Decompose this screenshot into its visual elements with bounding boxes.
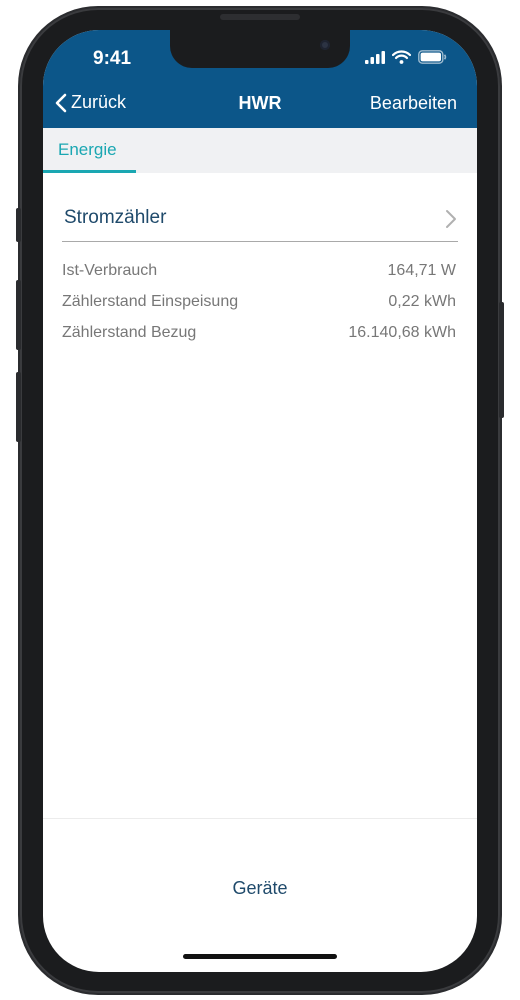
- chevron-right-icon: [446, 210, 456, 228]
- front-camera: [320, 40, 330, 50]
- cellular-signal-icon: [365, 50, 385, 64]
- status-time: 9:41: [93, 48, 132, 69]
- value-row-zaehlerstand-bezug: Zählerstand Bezug 16.140,68 kWh: [62, 320, 456, 351]
- value-row-value: 164,71 W: [387, 262, 456, 279]
- notch: [170, 30, 350, 68]
- device-name: Stromzähler: [64, 207, 167, 228]
- device-header-stromzaehler[interactable]: Stromzähler: [62, 201, 458, 242]
- phone-screen: 9:41 Zurück HWR Bearbeiten Energie Strom…: [43, 30, 477, 972]
- value-row-label: Ist-Verbrauch: [62, 262, 158, 279]
- phone-side-button-volume-up: [16, 280, 21, 350]
- wifi-icon: [392, 50, 411, 64]
- value-row-label: Zählerstand Bezug: [62, 324, 197, 341]
- value-row-ist-verbrauch: Ist-Verbrauch 164,71 W: [62, 258, 456, 289]
- value-row-label: Zählerstand Einspeisung: [62, 293, 239, 310]
- tab-active-indicator: [43, 170, 136, 173]
- home-indicator[interactable]: [183, 954, 337, 959]
- chevron-left-icon: [55, 93, 67, 112]
- bottom-divider: [43, 818, 477, 819]
- page: 9:41 Zurück HWR Bearbeiten Energie Strom…: [0, 0, 520, 1000]
- phone-side-button-volume-down: [16, 372, 21, 442]
- value-row-zaehlerstand-einspeisung: Zählerstand Einspeisung 0,22 kWh: [62, 289, 456, 320]
- tab-energie[interactable]: Energie: [43, 128, 136, 173]
- geraete-button[interactable]: Geräte: [43, 878, 477, 899]
- back-button-label: Zurück: [71, 92, 127, 112]
- tab-energie-label: Energie: [58, 140, 117, 159]
- tab-bar: Energie: [43, 128, 477, 173]
- earpiece-speaker: [220, 14, 300, 20]
- value-row-value: 0,22 kWh: [388, 293, 456, 310]
- phone-side-button-power: [499, 302, 504, 418]
- battery-icon: [418, 50, 447, 64]
- back-button[interactable]: Zurück: [55, 92, 126, 113]
- status-icons: [365, 50, 447, 64]
- edit-button[interactable]: Bearbeiten: [370, 93, 457, 114]
- value-row-value: 16.140,68 kWh: [348, 324, 456, 341]
- device-values-list: Ist-Verbrauch 164,71 W Zählerstand Einsp…: [62, 258, 456, 351]
- phone-side-button-silent: [16, 208, 21, 242]
